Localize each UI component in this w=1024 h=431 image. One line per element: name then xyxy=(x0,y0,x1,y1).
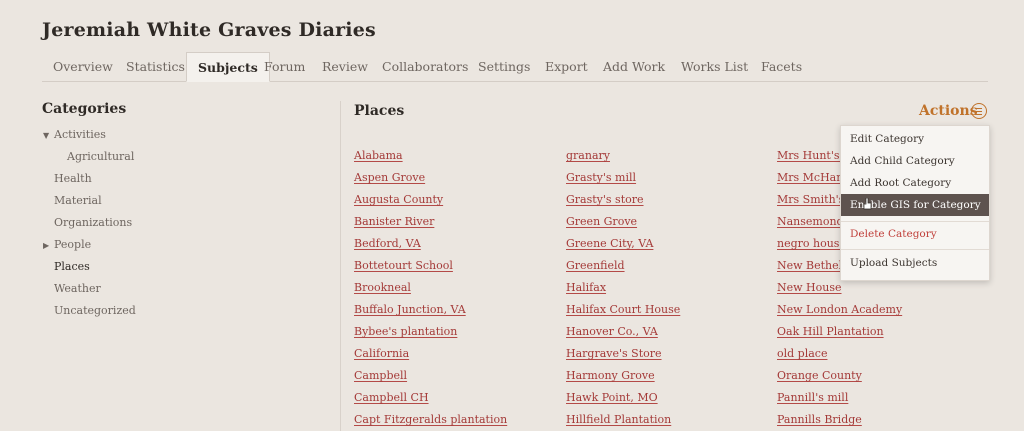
category-material[interactable]: Material xyxy=(54,194,102,207)
menu-divider xyxy=(841,221,989,222)
subject-link[interactable]: Harmony Grove xyxy=(566,369,655,382)
category-people[interactable]: People xyxy=(54,238,91,251)
subject-link[interactable]: Greene City, VA xyxy=(566,237,653,250)
column-divider xyxy=(340,101,341,431)
tab-export[interactable]: Export xyxy=(534,52,599,81)
category-activities[interactable]: Activities xyxy=(54,128,106,141)
menu-item-add-child-category[interactable]: Add Child Category xyxy=(841,150,989,172)
tab-facets[interactable]: Facets xyxy=(750,52,813,81)
category-places[interactable]: Places xyxy=(54,260,90,273)
subject-link[interactable]: Aspen Grove xyxy=(354,171,425,184)
subject-link[interactable]: California xyxy=(354,347,409,360)
subject-link[interactable]: Bybee's plantation xyxy=(354,325,457,338)
subject-link[interactable]: Buffalo Junction, VA xyxy=(354,303,466,316)
tab-forum[interactable]: Forum xyxy=(253,52,316,81)
caret-down-icon[interactable]: ▼ xyxy=(43,131,49,140)
mouse-cursor-icon xyxy=(863,198,872,210)
tab-statistics[interactable]: Statistics xyxy=(115,52,196,81)
subject-link[interactable]: Greenfield xyxy=(566,259,625,272)
subject-link[interactable]: Nansemond xyxy=(777,215,844,228)
menu-divider xyxy=(841,249,989,250)
subject-link[interactable]: Hillfield Plantation xyxy=(566,413,671,426)
subject-link[interactable]: New London Academy xyxy=(777,303,902,316)
subject-link[interactable]: Halifax Court House xyxy=(566,303,680,316)
subject-link[interactable]: Orange County xyxy=(777,369,862,382)
tab-overview[interactable]: Overview xyxy=(42,52,124,81)
subject-link[interactable]: New Bethel xyxy=(777,259,842,272)
places-heading: Places xyxy=(354,103,405,119)
category-uncategorized[interactable]: Uncategorized xyxy=(54,304,136,317)
category-agricultural[interactable]: Agricultural xyxy=(67,150,134,163)
tab-collaborators[interactable]: Collaborators xyxy=(371,52,479,81)
categories-heading: Categories xyxy=(42,101,127,117)
category-organizations[interactable]: Organizations xyxy=(54,216,132,229)
subject-link[interactable]: Hanover Co., VA xyxy=(566,325,658,338)
caret-right-icon[interactable]: ▶ xyxy=(43,241,49,250)
menu-item-edit-category[interactable]: Edit Category xyxy=(841,128,989,150)
subject-link[interactable]: Campbell CH xyxy=(354,391,429,404)
actions-button[interactable]: Actions xyxy=(919,103,978,119)
menu-item-upload-subjects[interactable]: Upload Subjects xyxy=(841,252,989,274)
subject-link[interactable]: Bottetourt School xyxy=(354,259,453,272)
menu-item-add-root-category[interactable]: Add Root Category xyxy=(841,172,989,194)
subject-link[interactable]: negro house xyxy=(777,237,846,250)
subject-link[interactable]: Pannill's mill xyxy=(777,391,848,404)
subject-link[interactable]: Hargrave's Store xyxy=(566,347,662,360)
subject-link[interactable]: Mrs McHane xyxy=(777,171,850,184)
category-weather[interactable]: Weather xyxy=(54,282,101,295)
menu-item-delete-category[interactable]: Delete Category xyxy=(841,223,989,245)
subject-link[interactable]: New House xyxy=(777,281,842,294)
tab-add-work[interactable]: Add Work xyxy=(592,52,676,81)
subject-link[interactable]: Alabama xyxy=(354,149,403,162)
subject-link[interactable]: Oak Hill Plantation xyxy=(777,325,884,338)
subject-link[interactable]: Capt Fitzgeralds plantation xyxy=(354,413,507,426)
tab-bar: Overview Statistics Subjects Forum Revie… xyxy=(42,52,988,82)
tab-settings[interactable]: Settings xyxy=(467,52,541,81)
subject-link[interactable]: Grasty's store xyxy=(566,193,644,206)
subject-link[interactable]: Pannills Bridge xyxy=(777,413,862,426)
subject-link[interactable]: Bedford, VA xyxy=(354,237,421,250)
category-health[interactable]: Health xyxy=(54,172,92,185)
subject-link[interactable]: Green Grove xyxy=(566,215,637,228)
tab-review[interactable]: Review xyxy=(311,52,379,81)
subject-link[interactable]: Brookneal xyxy=(354,281,411,294)
subject-link[interactable]: old place xyxy=(777,347,827,360)
subject-link[interactable]: Campbell xyxy=(354,369,407,382)
subject-link[interactable]: Banister River xyxy=(354,215,434,228)
subject-link[interactable]: Hawk Point, MO xyxy=(566,391,658,404)
subject-link[interactable]: Augusta County xyxy=(354,193,443,206)
subject-link[interactable]: Halifax xyxy=(566,281,606,294)
tab-works-list[interactable]: Works List xyxy=(670,52,759,81)
subject-link[interactable]: granary xyxy=(566,149,610,162)
subject-link[interactable]: Grasty's mill xyxy=(566,171,636,184)
menu-icon[interactable] xyxy=(971,103,987,119)
page-title: Jeremiah White Graves Diaries xyxy=(42,19,376,41)
